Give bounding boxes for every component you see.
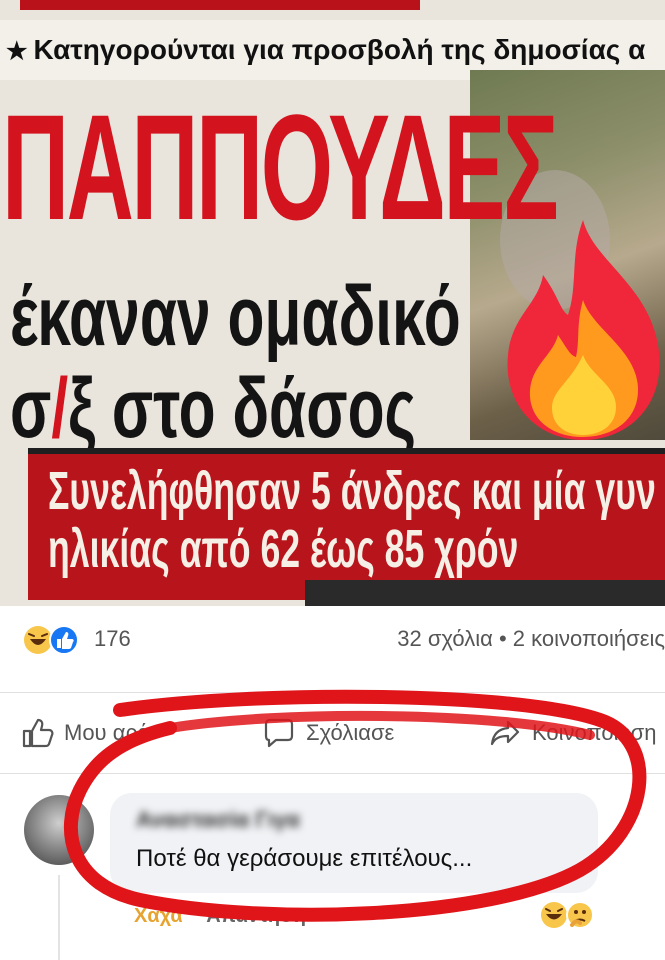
- fire-emoji-icon: [507, 220, 660, 440]
- haha-reaction-link[interactable]: Χαχα: [134, 905, 183, 927]
- avatar[interactable]: [24, 795, 94, 865]
- newspaper-headline: ΠΑΠΠΟΥΔΕΣ: [2, 83, 559, 251]
- comment-reaction-icons[interactable]: [538, 899, 602, 931]
- subline-2-rest: ξ στο δάσος: [68, 361, 416, 455]
- comment-label: Σχόλιασε: [306, 720, 395, 745]
- share-label: Κοινοποίηση: [532, 720, 657, 745]
- comments-shares-count[interactable]: 32 σχόλια • 2 κοινοποιήσεις: [397, 626, 665, 652]
- reply-link[interactable]: Απάντηση: [206, 905, 306, 927]
- newspaper-top-strip: [20, 0, 420, 10]
- comment-thread: Αναστασία Γιγα Ποτέ θα γεράσουμε επιτέλο…: [0, 775, 665, 960]
- newspaper-subline-1: έκαναν ομαδικό: [10, 269, 461, 363]
- like-label: Μου αρέ: [64, 720, 148, 745]
- comment-text: Ποτέ θα γεράσουμε επιτέλους...: [136, 845, 473, 872]
- comment-meta: Χαχα Απάντηση: [134, 905, 306, 928]
- haha-emoji-icon: [541, 902, 567, 928]
- comment-button[interactable]: Σχόλιασε: [262, 713, 394, 753]
- subline-2-mark: /: [51, 361, 69, 455]
- comment-icon: [264, 718, 294, 748]
- banner-line-1: Συνελήφθησαν 5 άνδρες και μία γυν: [48, 461, 656, 521]
- reactions-summary: 176 32 σχόλια • 2 κοινοποιήσεις: [0, 606, 665, 690]
- banner-line-2: ηλικίας από 62 έως 85 χρόν: [48, 519, 519, 579]
- post-action-bar: Μου αρέ Σχόλιασε Κοινοποίηση: [0, 692, 665, 774]
- comment-author[interactable]: Αναστασία Γιγα: [136, 807, 300, 833]
- post-image[interactable]: ★ Κατηγορούνται για προσβολή της δημοσίας…: [0, 0, 665, 606]
- thumbs-up-icon: [22, 718, 54, 748]
- like-emoji-icon: [49, 625, 79, 655]
- thinking-emoji-icon: [566, 901, 594, 929]
- comment-bubble[interactable]: Αναστασία Γιγα Ποτέ θα γεράσουμε επιτέλο…: [110, 793, 598, 893]
- newspaper-banner: Συνελήφθησαν 5 άνδρες και μία γυν ηλικία…: [28, 448, 665, 600]
- reaction-icons[interactable]: [22, 624, 86, 656]
- haha-emoji-icon: [24, 626, 52, 654]
- thread-line: [58, 875, 60, 960]
- share-icon: [490, 720, 520, 746]
- reaction-count[interactable]: 176: [94, 626, 131, 652]
- newspaper-subline-2: σ/ξ στο δάσος: [10, 360, 416, 456]
- kicker-text: Κατηγορούνται για προσβολή της δημοσίας …: [33, 34, 646, 65]
- star-icon: ★: [6, 38, 28, 65]
- share-button[interactable]: Κοινοποίηση: [488, 713, 657, 753]
- like-button[interactable]: Μου αρέ: [20, 713, 148, 753]
- subline-2-start: σ: [10, 361, 52, 455]
- newspaper-bottom-strip: [305, 580, 665, 606]
